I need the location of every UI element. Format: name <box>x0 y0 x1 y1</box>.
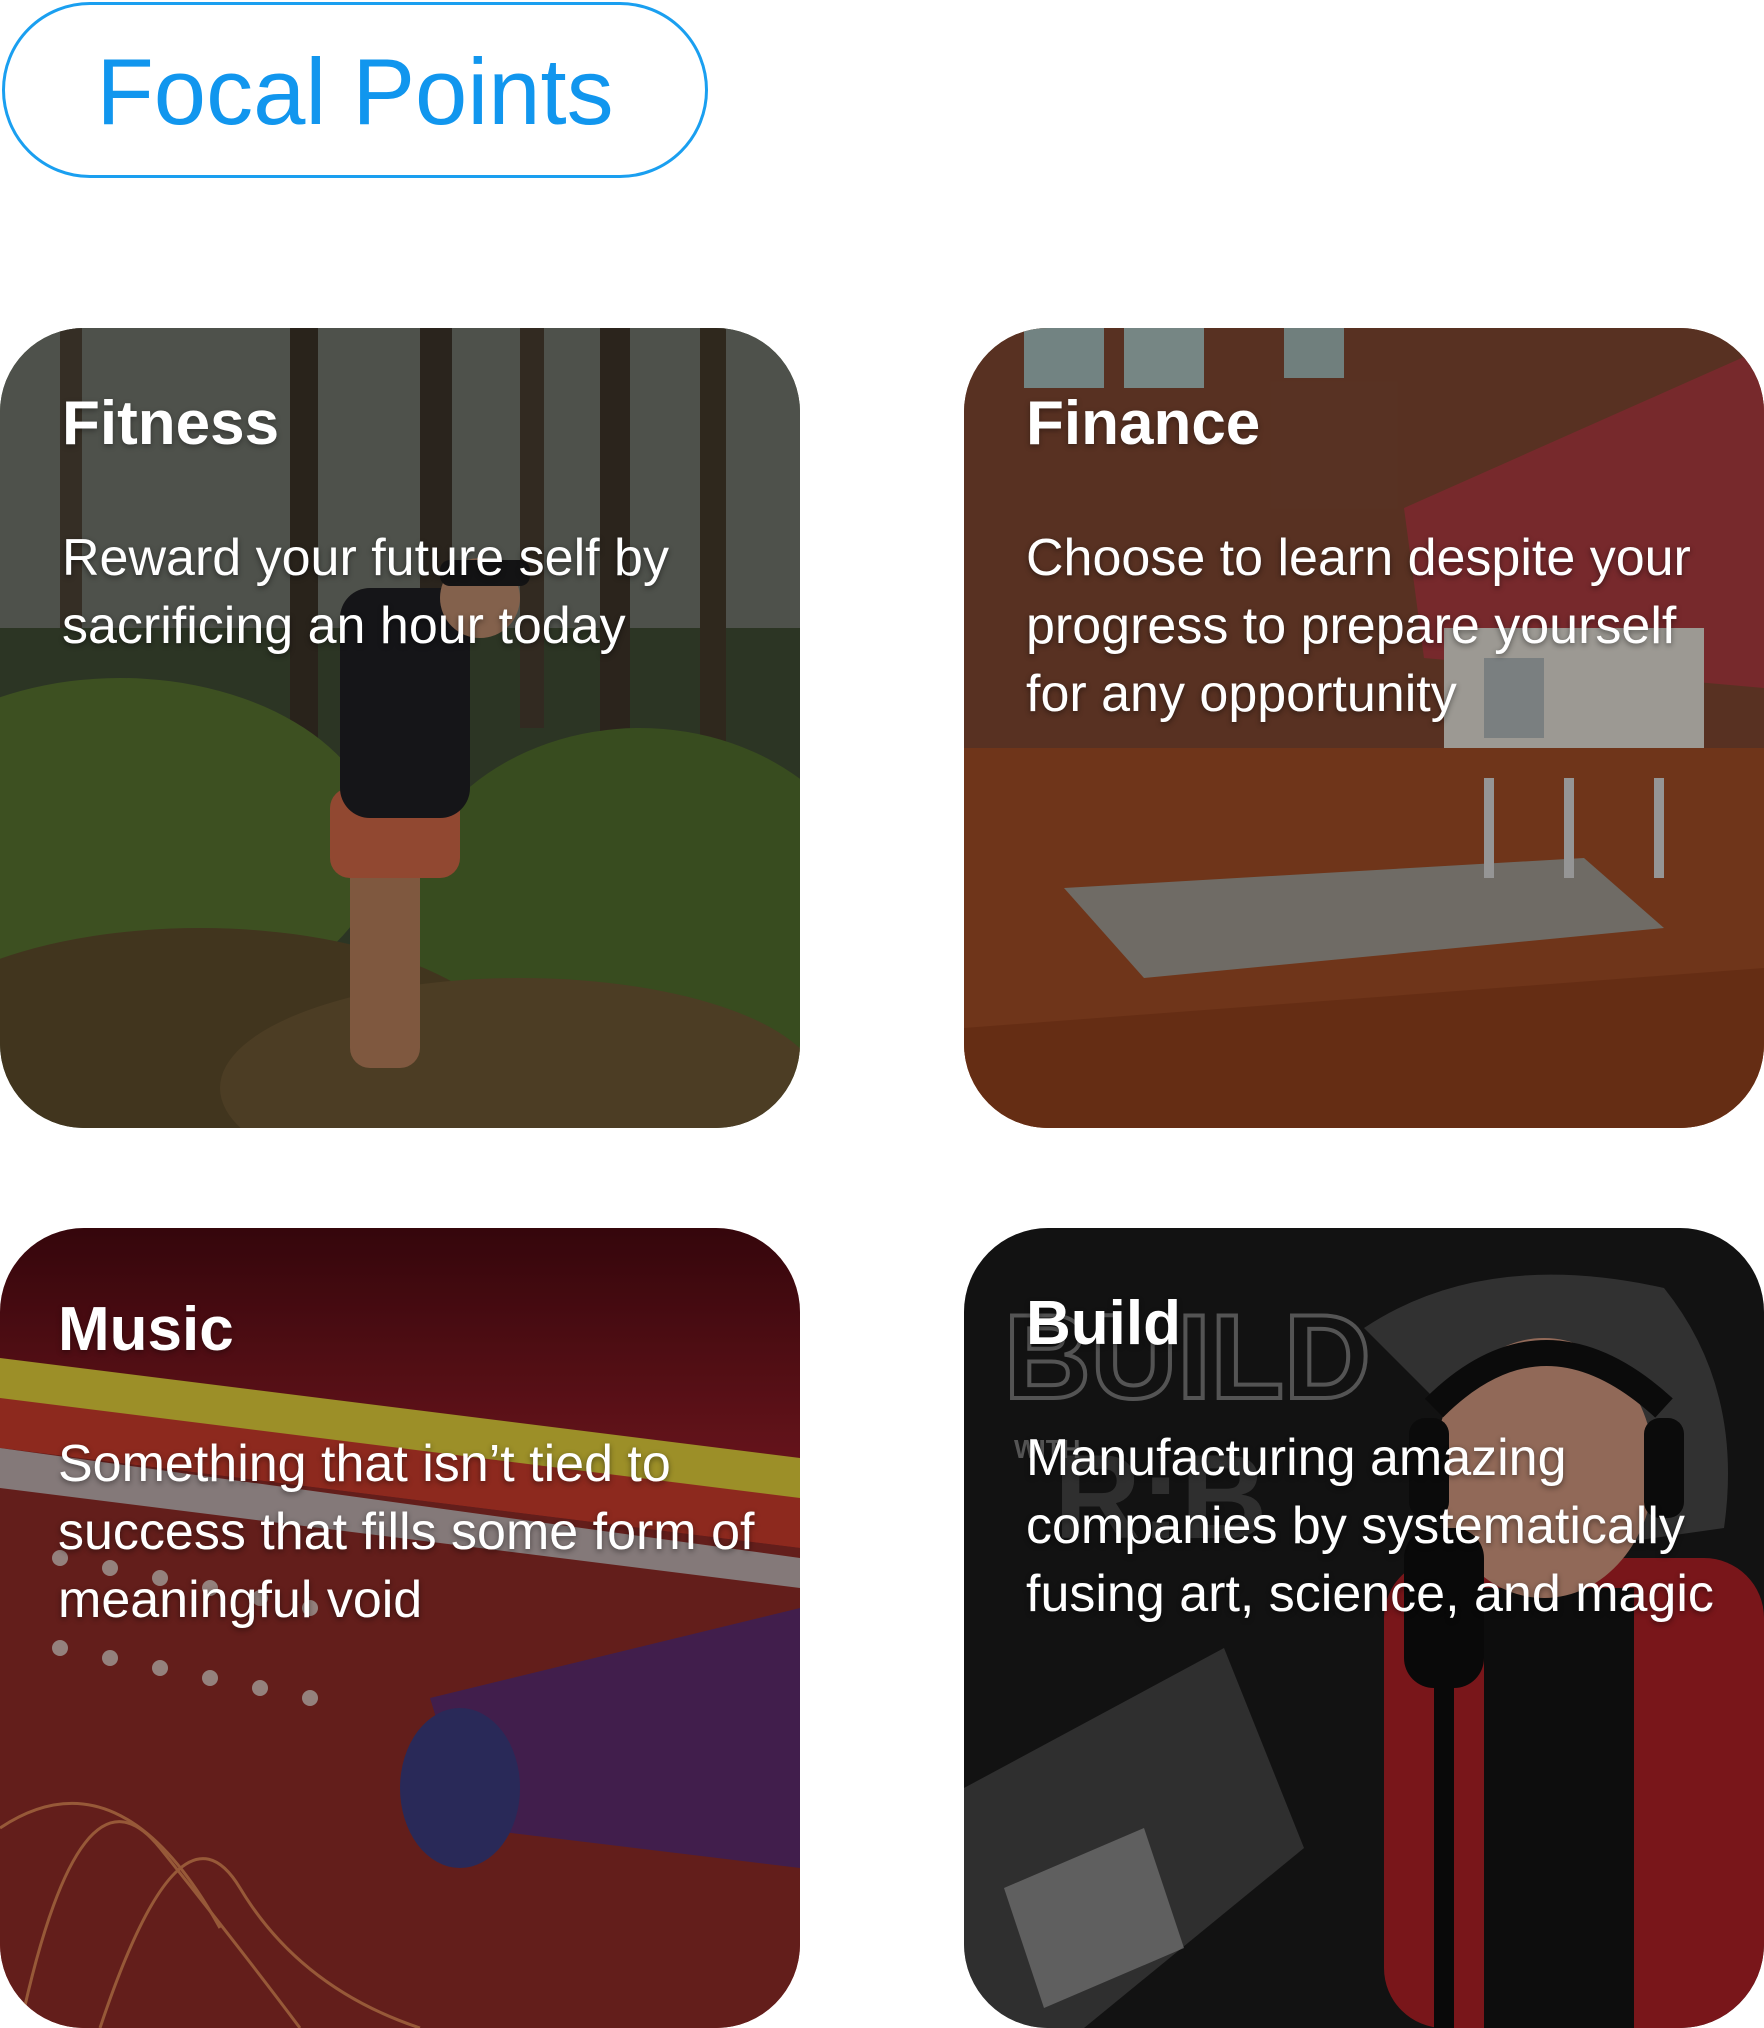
card-description: Reward your future self by sacrificing a… <box>62 529 669 655</box>
card-description: Manufacturing amazing companies by syste… <box>1026 1429 1714 1623</box>
card-description: Choose to learn despite your progress to… <box>1026 529 1691 723</box>
card-title: Music <box>58 1295 234 1364</box>
card-finance[interactable]: Finance Choose to learn despite your pro… <box>964 328 1764 1128</box>
card-title: Build <box>1026 1289 1181 1358</box>
card-title: Finance <box>1026 389 1261 458</box>
card-build[interactable]: BUILD R:B WITH Build Manufacturing amazi… <box>964 1228 1764 2028</box>
card-fitness[interactable]: Fitness Reward your future self by sacri… <box>0 328 800 1128</box>
card-description: Something that isn’t tied to success tha… <box>58 1435 755 1629</box>
focal-points-badge: Focal Points <box>2 2 708 178</box>
card-title: Fitness <box>62 389 280 458</box>
card-music[interactable]: Music Something that isn’t tied to succe… <box>0 1228 800 2028</box>
page-title: Focal Points <box>96 39 614 144</box>
